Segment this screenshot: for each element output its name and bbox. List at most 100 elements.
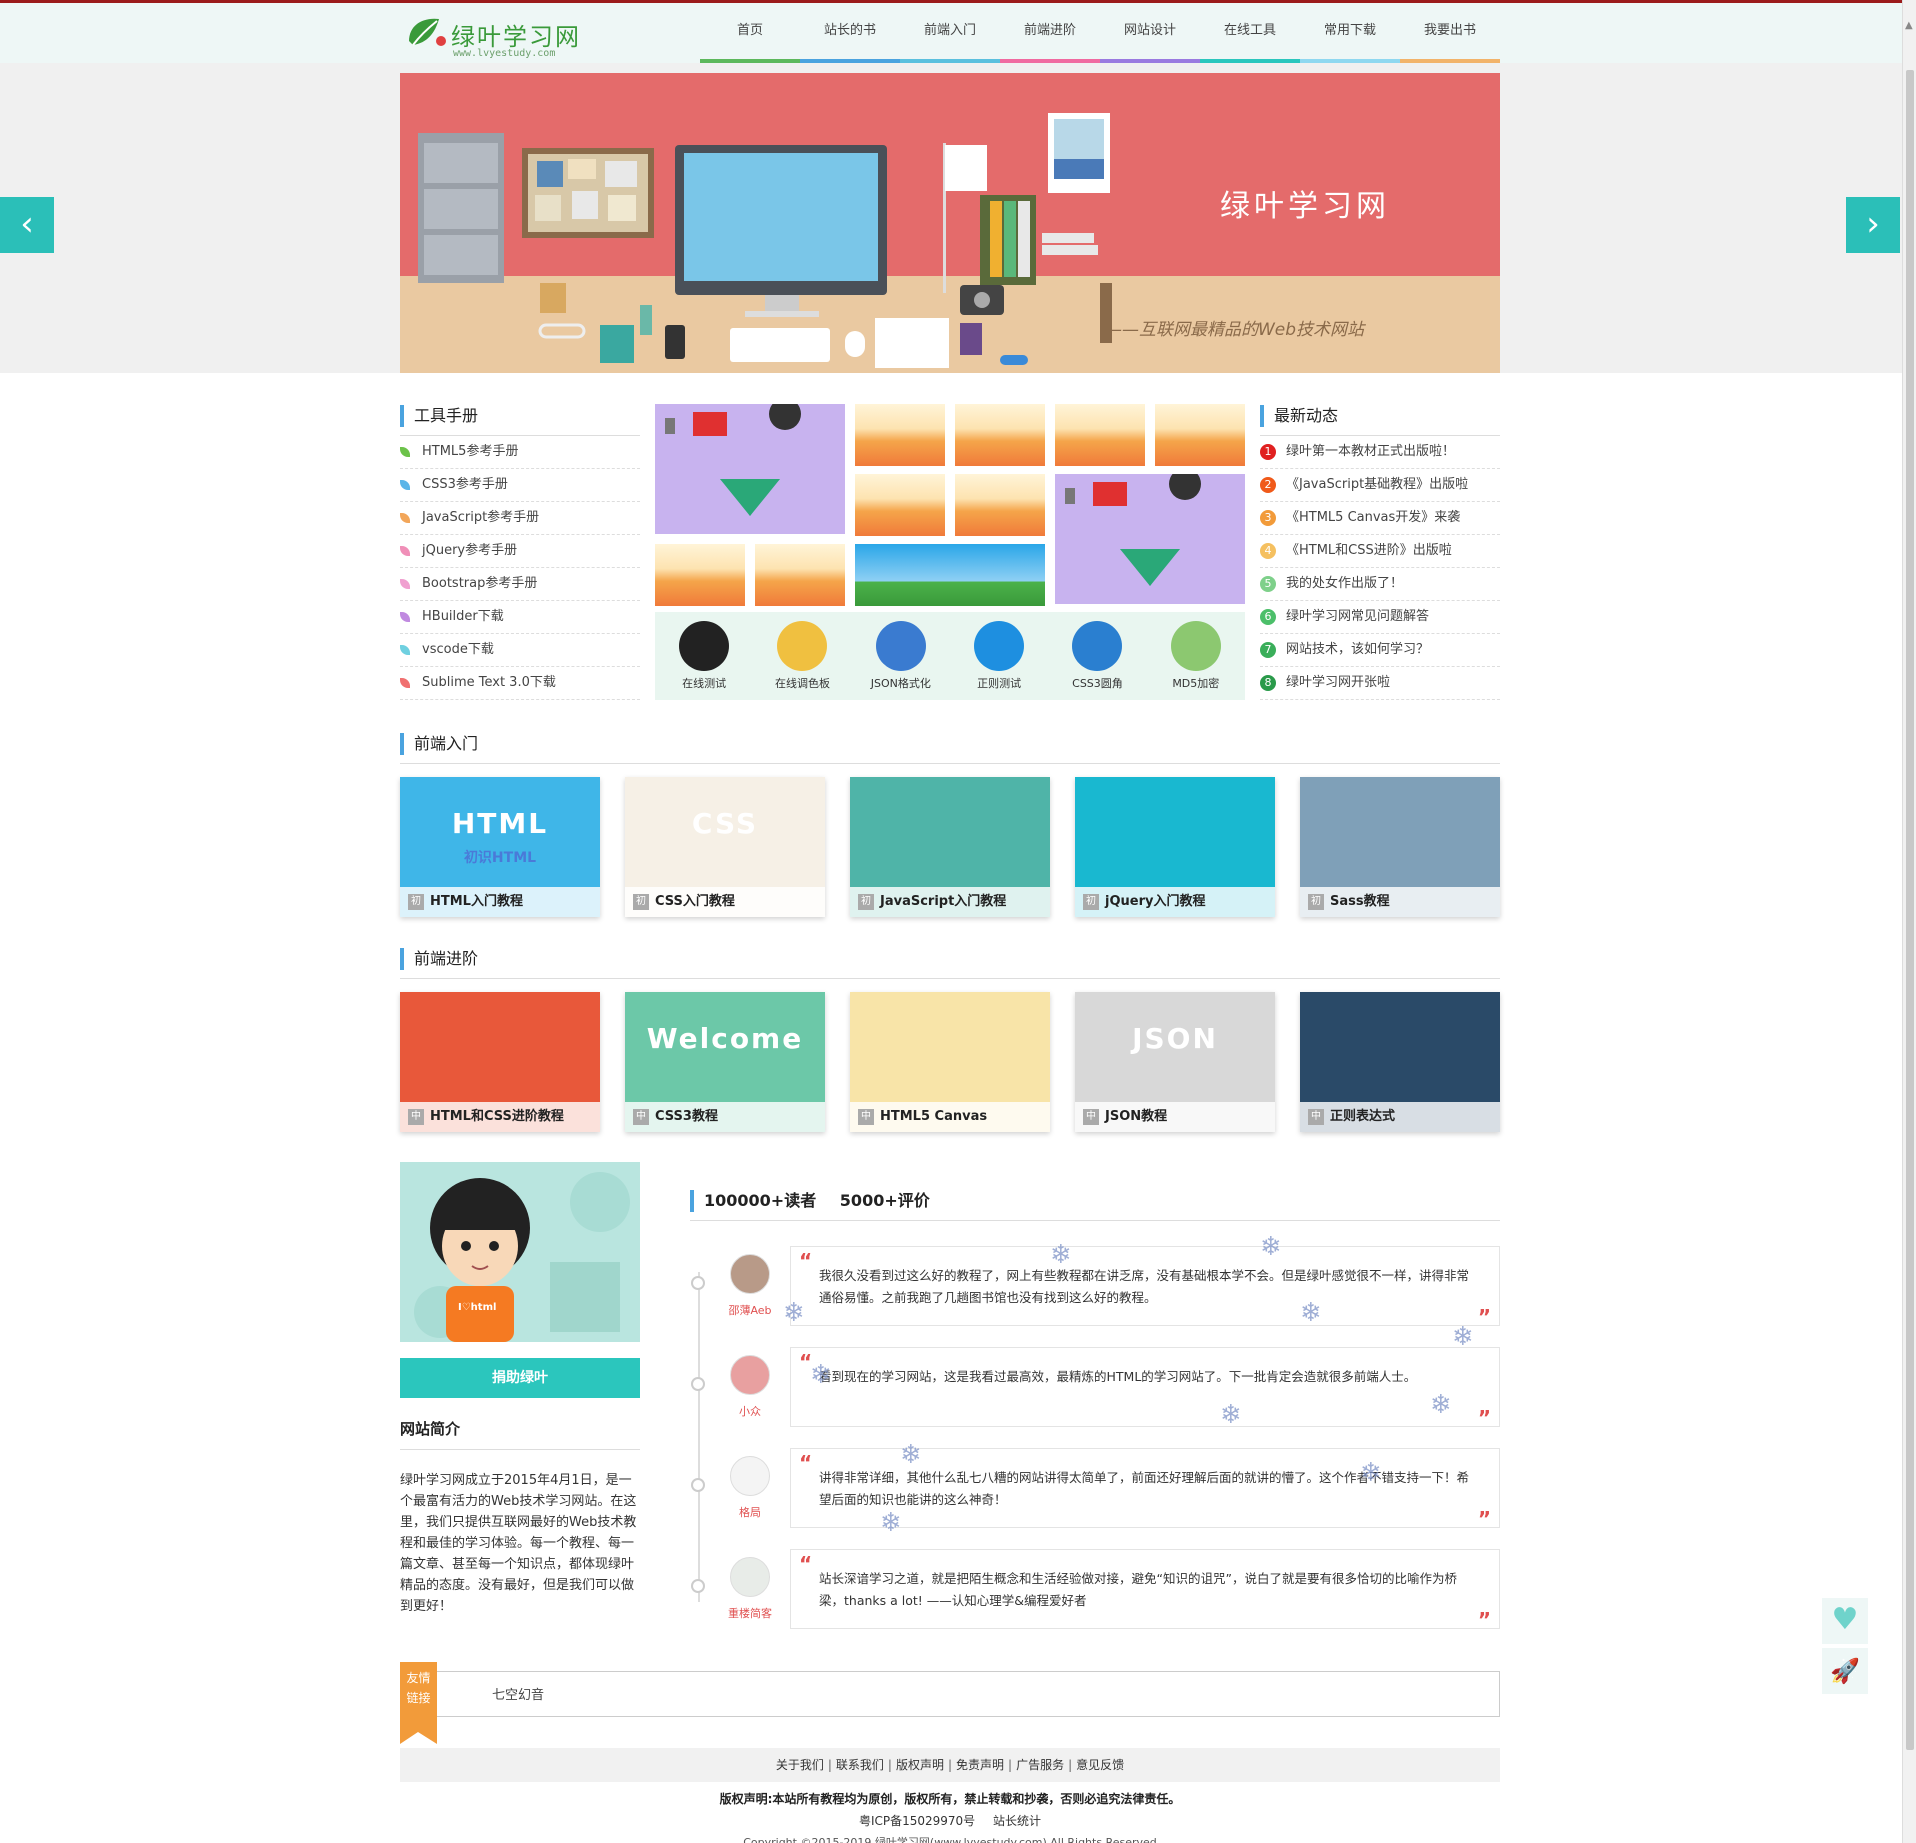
course-card[interactable]: 初 JavaScript入门教程 bbox=[850, 777, 1050, 917]
banner-prev-button[interactable]: ‹ bbox=[0, 197, 54, 253]
tools-manual-item[interactable]: vscode下载 bbox=[400, 634, 640, 667]
nav-item[interactable]: 网站设计 bbox=[1100, 3, 1200, 63]
mosaic-tile-city[interactable] bbox=[855, 404, 945, 466]
reviewer-name: 格局 bbox=[739, 1506, 761, 1519]
back-to-top-button[interactable]: 🚀 bbox=[1822, 1648, 1868, 1694]
nav-item[interactable]: 常用下载 bbox=[1300, 3, 1400, 63]
mosaic-tile-city[interactable] bbox=[955, 404, 1045, 466]
course-card[interactable]: CSS 初 CSS入门教程 bbox=[625, 777, 825, 917]
mosaic-tile-landscape[interactable] bbox=[855, 544, 1045, 606]
review-bubble: “看到现在的学习网站，这是我看过最高效，最精炼的HTML的学习网站了。下一批肯定… bbox=[790, 1347, 1500, 1430]
online-tool[interactable]: MD5加密 bbox=[1154, 621, 1238, 691]
online-tool[interactable]: 在线调色板 bbox=[760, 621, 844, 691]
footer-link[interactable]: 联系我们 bbox=[836, 1758, 884, 1772]
news-item[interactable]: 5 我的处女作出版了！ bbox=[1260, 568, 1500, 601]
hero-banner[interactable]: 绿叶学习网 ——互联网最精品的Web技术网站 bbox=[400, 73, 1500, 373]
banner-next-button[interactable]: › bbox=[1846, 197, 1900, 253]
footer-link[interactable]: 意见反馈 bbox=[1076, 1758, 1124, 1772]
course-card[interactable]: 中 HTML5 Canvas bbox=[850, 992, 1050, 1132]
course-card[interactable]: 中 HTML和CSS进阶教程 bbox=[400, 992, 600, 1132]
course-card[interactable]: JSON 中 JSON教程 bbox=[1075, 992, 1275, 1132]
news-item[interactable]: 4 《HTML和CSS进阶》出版啦 bbox=[1260, 535, 1500, 568]
tools-manual-label: Sublime Text 3.0下载 bbox=[422, 675, 556, 690]
tools-manual-item[interactable]: Sublime Text 3.0下载 bbox=[400, 667, 640, 700]
course-card[interactable]: 中正则表达式 bbox=[1300, 992, 1500, 1132]
nav-item[interactable]: 首页 bbox=[700, 3, 800, 63]
copyright-line: Copyright ©2015-2019 绿叶学习网(www.lvyestudy… bbox=[743, 1836, 1157, 1843]
online-tool[interactable]: JSON格式化 bbox=[859, 621, 943, 691]
tools-manual-item[interactable]: HTML5参考手册 bbox=[400, 436, 640, 469]
scrollbar-thumb[interactable] bbox=[1906, 70, 1914, 1750]
nav-item[interactable]: 前端进阶 bbox=[1000, 3, 1100, 63]
tools-manual-item[interactable]: CSS3参考手册 bbox=[400, 469, 640, 502]
mascot-image: I♡html bbox=[400, 1162, 640, 1342]
nav-item[interactable]: 站长的书 bbox=[800, 3, 900, 63]
news-number-badge: 8 bbox=[1260, 675, 1276, 691]
news-item[interactable]: 2 《JavaScript基础教程》出版啦 bbox=[1260, 469, 1500, 502]
mosaic-tile-city[interactable] bbox=[1155, 404, 1245, 466]
tools-manual-item[interactable]: Bootstrap参考手册 bbox=[400, 568, 640, 601]
nav-item[interactable]: 我要出书 bbox=[1400, 3, 1500, 63]
nav-item[interactable]: 前端入门 bbox=[900, 3, 1000, 63]
leaf-icon bbox=[400, 546, 410, 556]
news-item[interactable]: 1 绿叶第一本教材正式出版啦！ bbox=[1260, 436, 1500, 469]
tools-manual-label: HBuilder下载 bbox=[422, 609, 504, 624]
course-card[interactable]: 初 Sass教程 bbox=[1300, 777, 1500, 917]
donate-button[interactable]: 捐助绿叶 bbox=[400, 1358, 640, 1398]
online-tools-row: 在线测试 在线调色板 JSON格式化 正则测试 CSS3圆角 MD5加密 bbox=[655, 612, 1245, 700]
footer-link[interactable]: 版权声明 bbox=[896, 1758, 944, 1772]
course-card[interactable]: 初 jQuery入门教程 bbox=[1075, 777, 1275, 917]
footer-separator: | bbox=[827, 1758, 832, 1772]
page-scrollbar[interactable]: ▲ bbox=[1902, 0, 1916, 1843]
footer-link[interactable]: 广告服务 bbox=[1016, 1758, 1064, 1772]
tools-manual-item[interactable]: HBuilder下载 bbox=[400, 601, 640, 634]
icp-record[interactable]: 粤ICP备15029970号 bbox=[859, 1814, 975, 1828]
site-logo[interactable]: 绿叶学习网 www.lvyestudy.com bbox=[405, 11, 605, 61]
level-badge: 初 bbox=[858, 894, 874, 910]
footer-links: 关于我们 | 联系我们 | 版权声明 | 免责声明 | 广告服务 | 意见反馈 bbox=[400, 1748, 1500, 1782]
course-card-caption: 初 jQuery入门教程 bbox=[1075, 887, 1275, 917]
friend-links-tag: 友情 链接 bbox=[400, 1662, 437, 1744]
course-card[interactable]: HTML 初识HTML 初 HTML入门教程 bbox=[400, 777, 600, 917]
nav-item[interactable]: 在线工具 bbox=[1200, 3, 1300, 63]
news-item[interactable]: 7 网站技术，该如何学习？ bbox=[1260, 634, 1500, 667]
tools-manual-item[interactable]: JavaScript参考手册 bbox=[400, 502, 640, 535]
course-card[interactable]: Welcome 中 CSS3教程 bbox=[625, 992, 825, 1132]
level-badge: 初 bbox=[633, 894, 649, 910]
footer-link[interactable]: 免责声明 bbox=[956, 1758, 1004, 1772]
about-sidebar: I♡html 捐助绿叶 网站简介 绿叶学习网成立于2015年4月1日，是一个最富… bbox=[400, 1162, 640, 1617]
news-item[interactable]: 6 绿叶学习网常见问题解答 bbox=[1260, 601, 1500, 634]
review-text: 我很久没看到过这么好的教程了，网上有些教程都在讲乏席，没有基础根本学不会。但是绿… bbox=[819, 1268, 1470, 1305]
mosaic-tile-diamond[interactable] bbox=[655, 404, 845, 534]
nav-item-label: 站长的书 bbox=[823, 23, 876, 38]
json-hammer-icon bbox=[875, 621, 926, 671]
tools-manual-item[interactable]: jQuery参考手册 bbox=[400, 535, 640, 568]
banner-title: 绿叶学习网 bbox=[1220, 189, 1390, 224]
news-item[interactable]: 3 《HTML5 Canvas开发》来袭 bbox=[1260, 502, 1500, 535]
friend-link[interactable]: 七空幻音 bbox=[492, 1684, 544, 1703]
news-item[interactable]: 8 绿叶学习网开张啦 bbox=[1260, 667, 1500, 700]
scroll-up-icon[interactable]: ▲ bbox=[1905, 20, 1913, 31]
footer-separator: | bbox=[1008, 1758, 1013, 1772]
mosaic-tile-city[interactable] bbox=[655, 544, 745, 606]
mosaic-tile-city[interactable] bbox=[755, 544, 845, 606]
course-card-caption: 初 CSS入门教程 bbox=[625, 887, 825, 917]
snowflake-icon: ❄ bbox=[1260, 1232, 1282, 1262]
online-tool[interactable]: CSS3圆角 bbox=[1055, 621, 1139, 691]
level-badge: 初 bbox=[1083, 894, 1099, 910]
avatar bbox=[730, 1254, 770, 1294]
friend-links-box: 七空幻音 bbox=[435, 1671, 1500, 1717]
course-card-caption: 中正则表达式 bbox=[1300, 1102, 1500, 1132]
mosaic-tile-diamond[interactable] bbox=[1055, 474, 1245, 604]
level-badge: 中 bbox=[408, 1109, 424, 1125]
mosaic-tile-city[interactable] bbox=[1055, 404, 1145, 466]
online-tool[interactable]: 在线测试 bbox=[662, 621, 746, 691]
like-button[interactable]: ♥ bbox=[1822, 1598, 1868, 1644]
mosaic-tile-city[interactable] bbox=[955, 474, 1045, 536]
stats-link[interactable]: 站长统计 bbox=[993, 1814, 1041, 1828]
mosaic-tile-city[interactable] bbox=[855, 474, 945, 536]
footer-link[interactable]: 关于我们 bbox=[776, 1758, 824, 1772]
course-card-title: HTML入门教程 bbox=[430, 894, 523, 909]
online-tool[interactable]: 正则测试 bbox=[957, 621, 1041, 691]
tools-manual-label: Bootstrap参考手册 bbox=[422, 576, 538, 591]
